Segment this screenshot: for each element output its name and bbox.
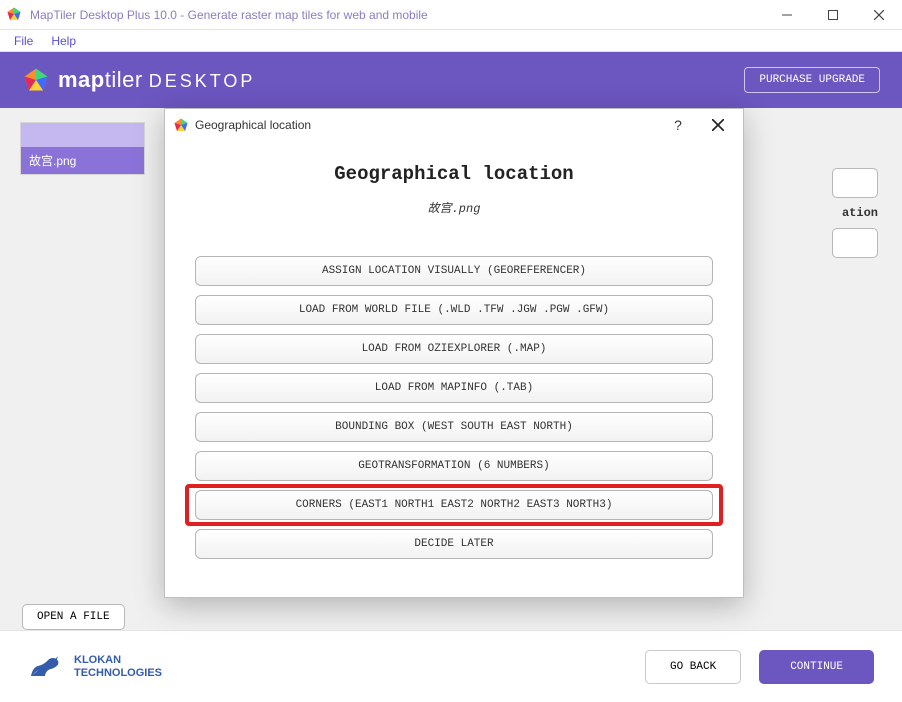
- dialog-option-list: ASSIGN LOCATION VISUALLY (GEOREFERENCER)…: [195, 256, 713, 559]
- option-corners-highlighted-wrapper: CORNERS (EAST1 NORTH1 EAST2 NORTH2 EAST3…: [195, 490, 713, 520]
- option-decide-later[interactable]: DECIDE LATER: [195, 529, 713, 559]
- file-list: 故宫.png: [20, 122, 145, 175]
- dialog-title: Geographical location: [195, 118, 655, 132]
- klokan-line1: KLOKAN: [74, 654, 162, 666]
- hidden-button-fragment[interactable]: [832, 168, 878, 198]
- go-back-button[interactable]: GO BACK: [645, 650, 741, 684]
- file-list-header: [21, 123, 144, 147]
- footer-bar: KLOKAN TECHNOLOGIES GO BACK CONTINUE: [0, 630, 902, 702]
- open-a-file-button[interactable]: OPEN A FILE: [22, 604, 125, 630]
- app-header: maptilerDESKTOP PURCHASE UPGRADE: [0, 52, 902, 108]
- option-geotransformation[interactable]: GEOTRANSFORMATION (6 NUMBERS): [195, 451, 713, 481]
- geographical-location-dialog: Geographical location ? Geographical loc…: [164, 108, 744, 598]
- option-load-mapinfo[interactable]: LOAD FROM MAPINFO (.TAB): [195, 373, 713, 403]
- dialog-icon: [173, 117, 189, 133]
- brand-logo: maptilerDESKTOP: [22, 66, 255, 94]
- hidden-text-fragment: ation: [728, 206, 878, 220]
- option-corners[interactable]: CORNERS (EAST1 NORTH1 EAST2 NORTH2 EAST3…: [195, 490, 713, 520]
- maptiler-logo-icon: [22, 66, 50, 94]
- hidden-button-fragment[interactable]: [832, 228, 878, 258]
- minimize-button[interactable]: [764, 0, 810, 30]
- maximize-button[interactable]: [810, 0, 856, 30]
- continue-button[interactable]: CONTINUE: [759, 650, 874, 684]
- dialog-heading: Geographical location: [195, 163, 713, 185]
- menu-file[interactable]: File: [6, 32, 41, 50]
- window-controls: [764, 0, 902, 30]
- close-button[interactable]: [856, 0, 902, 30]
- brand-text: maptilerDESKTOP: [58, 67, 255, 93]
- dialog-close-button[interactable]: [701, 111, 735, 139]
- partially-hidden-panel: ation: [728, 168, 878, 258]
- window-titlebar: MapTiler Desktop Plus 10.0 - Generate ra…: [0, 0, 902, 30]
- menu-bar: File Help: [0, 30, 902, 52]
- window-title: MapTiler Desktop Plus 10.0 - Generate ra…: [30, 8, 764, 22]
- footer-actions: GO BACK CONTINUE: [645, 650, 874, 684]
- klokan-line2: TECHNOLOGIES: [74, 667, 162, 679]
- kangaroo-icon: [28, 653, 64, 681]
- option-bounding-box[interactable]: BOUNDING BOX (WEST SOUTH EAST NORTH): [195, 412, 713, 442]
- menu-help[interactable]: Help: [43, 32, 84, 50]
- option-assign-visually[interactable]: ASSIGN LOCATION VISUALLY (GEOREFERENCER): [195, 256, 713, 286]
- dialog-filename: 故宫.png: [195, 199, 713, 216]
- klokan-brand: KLOKAN TECHNOLOGIES: [28, 653, 162, 681]
- purchase-upgrade-button[interactable]: PURCHASE UPGRADE: [744, 67, 880, 93]
- app-icon: [6, 6, 24, 24]
- dialog-body: Geographical location 故宫.png ASSIGN LOCA…: [165, 141, 743, 569]
- option-load-oziexplorer[interactable]: LOAD FROM OZIEXPLORER (.MAP): [195, 334, 713, 364]
- dialog-titlebar: Geographical location ?: [165, 109, 743, 141]
- option-load-world-file[interactable]: LOAD FROM WORLD FILE (.WLD .TFW .JGW .PG…: [195, 295, 713, 325]
- file-list-item[interactable]: 故宫.png: [21, 147, 144, 174]
- dialog-help-button[interactable]: ?: [661, 111, 695, 139]
